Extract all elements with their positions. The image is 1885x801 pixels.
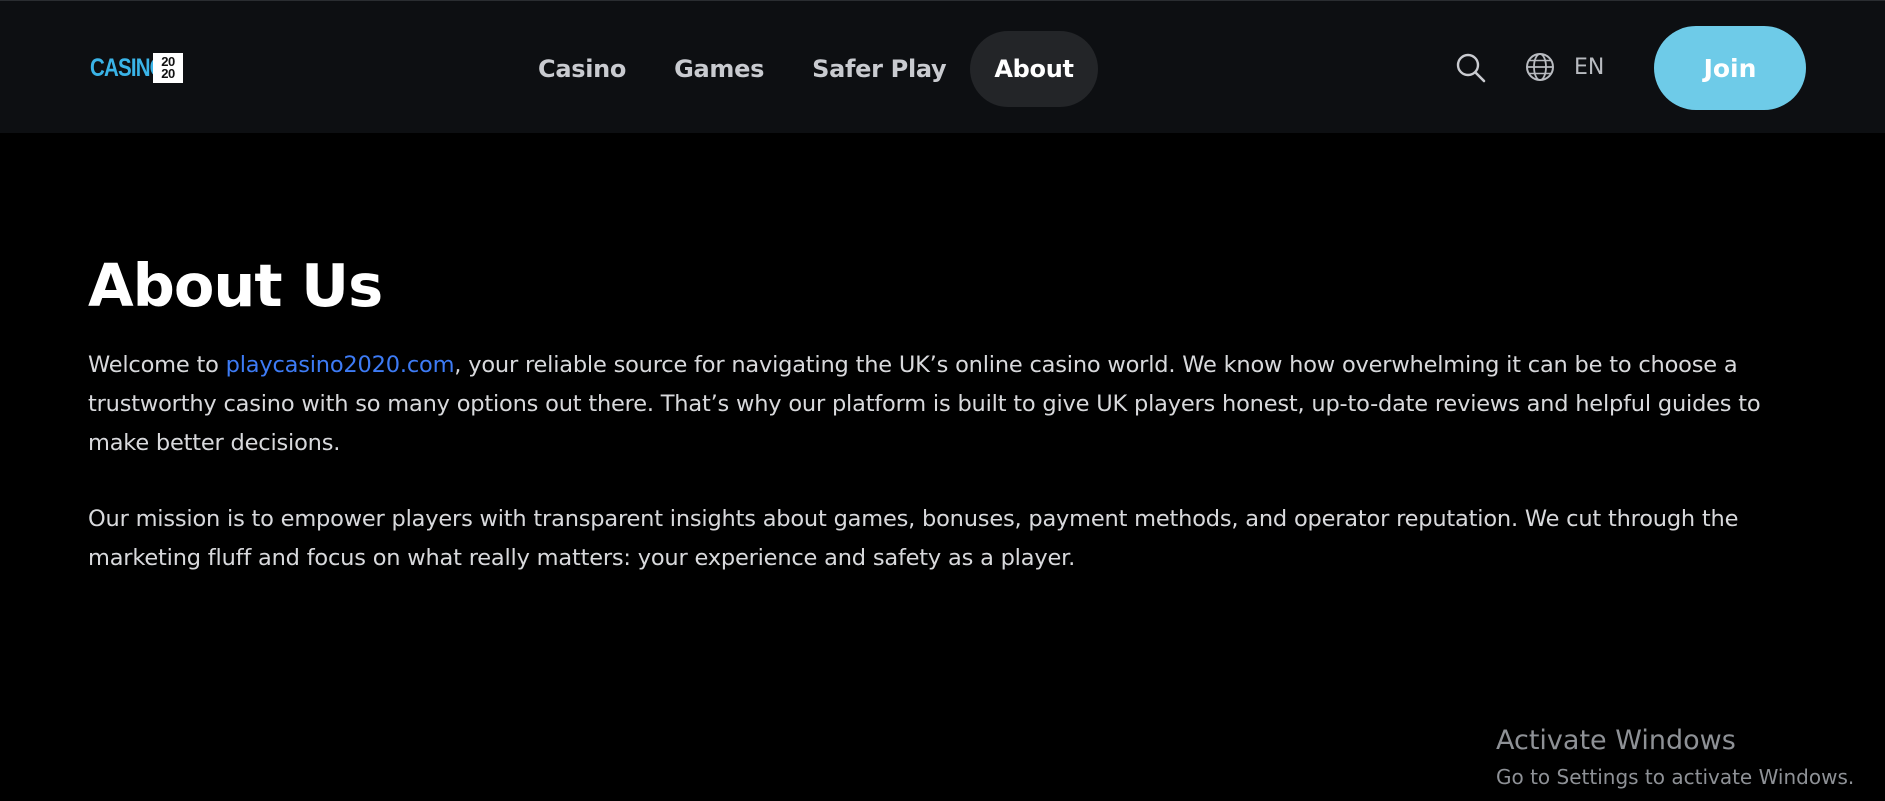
nav-item-safer-play[interactable]: Safer Play [788,31,970,107]
logo-number-bottom: 20 [161,66,175,81]
join-button[interactable]: Join [1654,26,1806,110]
nav-item-about[interactable]: About [970,31,1098,107]
globe-icon[interactable] [1524,51,1556,83]
nav-item-games[interactable]: Games [650,31,788,107]
site-link[interactable]: playcasino2020.com [226,352,455,378]
page: CASINO 20 20 Casino Games Safer Play Abo… [0,0,1885,801]
nav-item-casino[interactable]: Casino [514,31,650,107]
logo-number-box: 20 20 [153,53,183,83]
site-header: CASINO 20 20 Casino Games Safer Play Abo… [0,0,1885,133]
main-nav: Casino Games Safer Play About [514,31,1098,107]
watermark-title: Activate Windows [1496,725,1736,756]
page-title: About Us [88,251,383,320]
casino2020-logo[interactable]: CASINO 20 20 [90,51,183,85]
intro-paragraph: Welcome to playcasino2020.com, your reli… [88,346,1788,463]
logo-text: CASINO [90,54,166,82]
language-selector[interactable]: EN [1574,51,1604,83]
windows-activation-watermark: Activate Windows Go to Settings to activ… [1496,722,1854,792]
search-icon[interactable] [1455,52,1487,84]
watermark-subtitle: Go to Settings to activate Windows. [1496,765,1855,789]
mission-paragraph: Our mission is to empower players with t… [88,506,1739,571]
intro-text-start: Welcome to [88,352,226,378]
